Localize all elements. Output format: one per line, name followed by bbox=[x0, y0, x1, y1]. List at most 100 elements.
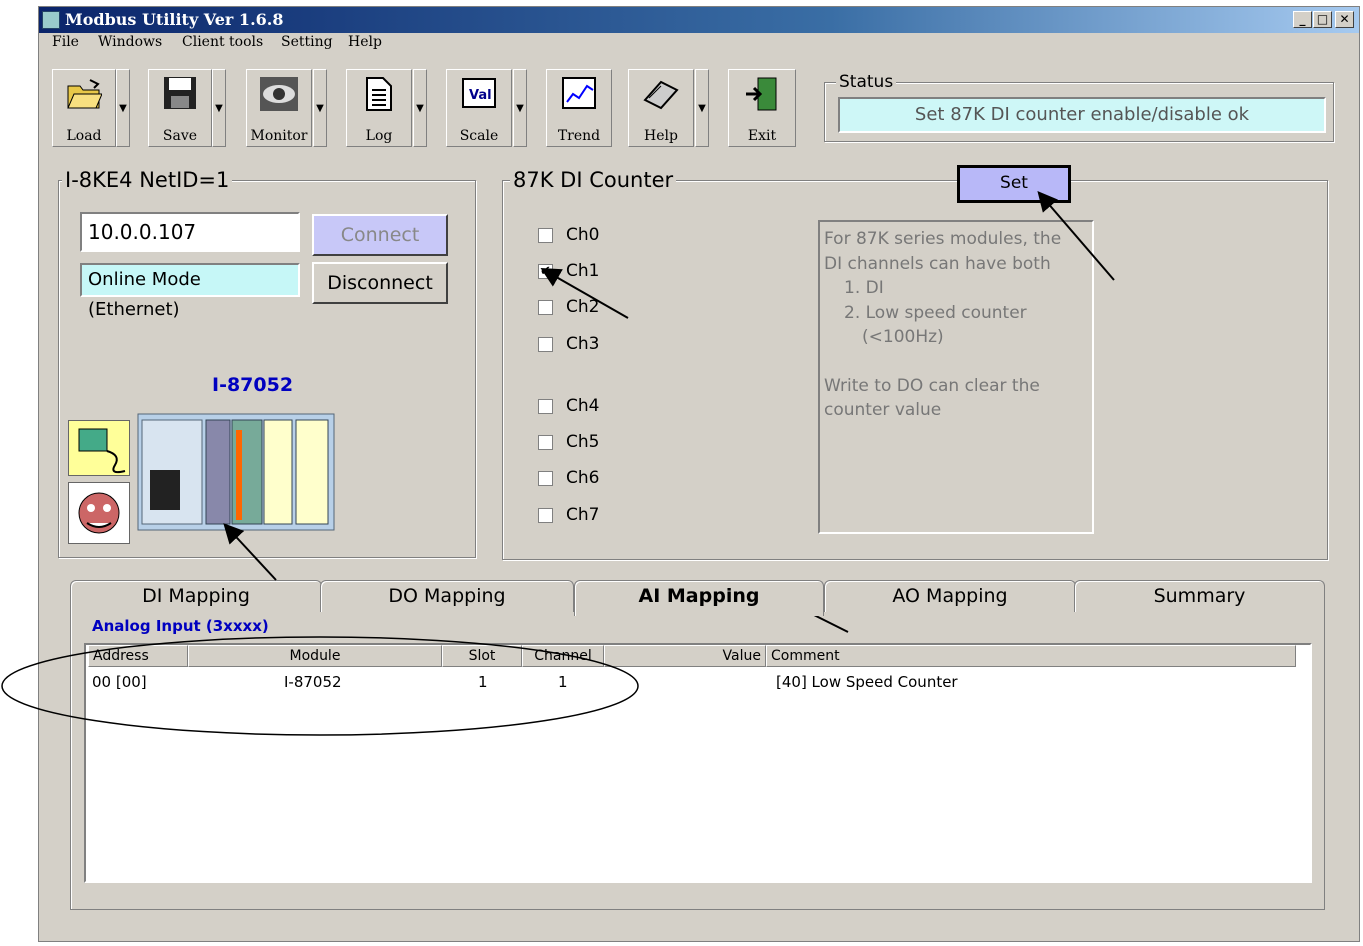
disconnect-button[interactable]: Disconnect bbox=[312, 262, 448, 304]
ch7-box[interactable] bbox=[538, 508, 553, 523]
checkbox-ch4[interactable]: Ch4 bbox=[538, 396, 618, 418]
ch0-box[interactable] bbox=[538, 228, 553, 243]
monitor-button[interactable]: Monitor bbox=[246, 69, 312, 147]
tab-di-mapping[interactable]: DI Mapping bbox=[70, 580, 322, 612]
window-title: Modbus Utility Ver 1.6.8 bbox=[65, 10, 284, 29]
val-scale-icon: Val bbox=[461, 76, 497, 114]
ch1-box[interactable]: ✔ bbox=[538, 264, 553, 279]
load-button[interactable]: Load bbox=[52, 69, 116, 147]
save-dropdown[interactable]: ▼ bbox=[212, 69, 226, 147]
info-line: For 87K series modules, the bbox=[824, 229, 1062, 249]
ch2-label: Ch2 bbox=[566, 297, 600, 317]
col-address[interactable]: Address bbox=[88, 645, 188, 667]
scale-button[interactable]: Val Scale bbox=[446, 69, 512, 147]
log-button[interactable]: Log bbox=[346, 69, 412, 147]
cable-icon[interactable] bbox=[68, 420, 130, 476]
title-bar[interactable]: Modbus Utility Ver 1.6.8 _ □ ✕ bbox=[39, 7, 1359, 33]
ch2-box[interactable] bbox=[538, 300, 553, 315]
connect-button[interactable]: Connect bbox=[312, 214, 448, 256]
tab-summary[interactable]: Summary bbox=[1074, 580, 1325, 612]
module-name: I-87052 bbox=[212, 374, 294, 396]
checkbox-ch2[interactable]: Ch2 bbox=[538, 297, 618, 319]
connection-mode: Online Mode (Ethernet) bbox=[80, 263, 300, 320]
maximize-button[interactable]: □ bbox=[1313, 11, 1332, 28]
trend-chart-icon bbox=[561, 76, 597, 114]
ch3-label: Ch3 bbox=[566, 334, 600, 354]
col-slot[interactable]: Slot bbox=[442, 645, 522, 667]
cell-address: 00 [00] bbox=[92, 673, 147, 691]
log-label: Log bbox=[365, 128, 393, 144]
checkbox-ch7[interactable]: Ch7 bbox=[538, 505, 618, 527]
cell-module: I-87052 bbox=[284, 673, 342, 691]
i87052-module-image[interactable] bbox=[136, 410, 336, 534]
monitor-dropdown[interactable]: ▼ bbox=[313, 69, 327, 147]
save-button[interactable]: Save bbox=[148, 69, 212, 147]
tab-ai-mapping[interactable]: AI Mapping bbox=[574, 580, 824, 616]
scale-dropdown[interactable]: ▼ bbox=[513, 69, 527, 147]
ch6-box[interactable] bbox=[538, 471, 553, 486]
cell-slot: 1 bbox=[478, 673, 488, 691]
menu-file[interactable]: File bbox=[52, 34, 79, 50]
ch6-label: Ch6 bbox=[566, 468, 600, 488]
floppy-disk-icon bbox=[163, 76, 197, 114]
counter-group-label: 87K DI Counter bbox=[510, 168, 677, 192]
load-dropdown[interactable]: ▼ bbox=[116, 69, 130, 147]
exit-label: Exit bbox=[747, 128, 777, 144]
tab-ao-mapping[interactable]: AO Mapping bbox=[824, 580, 1076, 612]
document-icon bbox=[364, 76, 394, 116]
exit-door-icon bbox=[744, 76, 780, 116]
ch4-label: Ch4 bbox=[566, 396, 600, 416]
trend-button[interactable]: Trend bbox=[546, 69, 612, 147]
info-line: (<100Hz) bbox=[862, 327, 944, 347]
ch4-box[interactable] bbox=[538, 399, 553, 414]
ip-address-input[interactable]: 10.0.0.107 bbox=[80, 212, 300, 252]
help-button[interactable]: Help bbox=[628, 69, 694, 147]
eye-icon bbox=[259, 76, 299, 116]
ch5-box[interactable] bbox=[538, 435, 553, 450]
col-value[interactable]: Value bbox=[604, 645, 766, 667]
folder-open-icon bbox=[66, 76, 103, 116]
checkbox-ch1[interactable]: ✔ Ch1 bbox=[538, 261, 618, 283]
scale-label: Scale bbox=[459, 128, 499, 144]
bulldog-icon[interactable] bbox=[68, 482, 130, 544]
info-line: DI channels can have both bbox=[824, 253, 1051, 274]
minimize-button[interactable]: _ bbox=[1293, 11, 1312, 28]
ch5-label: Ch5 bbox=[566, 432, 600, 452]
menu-client-tools[interactable]: Client tools bbox=[182, 34, 263, 50]
info-line: 1. DI bbox=[844, 278, 884, 298]
menu-windows[interactable]: Windows bbox=[98, 34, 162, 50]
ai-mapping-table bbox=[84, 643, 1312, 883]
svg-text:Val: Val bbox=[469, 88, 492, 103]
load-label: Load bbox=[66, 128, 102, 144]
col-channel[interactable]: Channel bbox=[522, 645, 604, 667]
checkbox-ch3[interactable]: Ch3 bbox=[538, 334, 618, 356]
col-module[interactable]: Module bbox=[188, 645, 442, 667]
set-button[interactable]: Set bbox=[957, 165, 1071, 203]
help-label: Help bbox=[644, 128, 678, 144]
menu-setting[interactable]: Setting bbox=[281, 34, 333, 50]
info-line: counter value bbox=[824, 400, 942, 420]
info-line: 2. Low speed counter bbox=[844, 302, 1027, 323]
device-group-label: I-8KE4 NetID=1 bbox=[62, 168, 233, 192]
cell-channel: 1 bbox=[558, 673, 568, 691]
status-text: Set 87K DI counter enable/disable ok bbox=[838, 97, 1326, 133]
ch0-label: Ch0 bbox=[566, 225, 600, 245]
status-label: Status bbox=[836, 72, 897, 92]
info-line: Write to DO can clear the bbox=[824, 375, 1040, 396]
checkbox-ch6[interactable]: Ch6 bbox=[538, 468, 618, 490]
close-button[interactable]: ✕ bbox=[1335, 11, 1354, 28]
exit-button[interactable]: Exit bbox=[728, 69, 796, 147]
ch3-box[interactable] bbox=[538, 337, 553, 352]
log-dropdown[interactable]: ▼ bbox=[413, 69, 427, 147]
cell-comment: [40] Low Speed Counter bbox=[776, 673, 958, 691]
counter-info-text: For 87K series modules, the DI channels … bbox=[818, 220, 1094, 534]
ch1-label: Ch1 bbox=[566, 261, 600, 281]
menu-help[interactable]: Help bbox=[348, 34, 382, 50]
help-dropdown[interactable]: ▼ bbox=[695, 69, 709, 147]
checkbox-ch5[interactable]: Ch5 bbox=[538, 432, 618, 454]
tab-do-mapping[interactable]: DO Mapping bbox=[320, 580, 574, 612]
col-comment[interactable]: Comment bbox=[766, 645, 1296, 667]
app-icon bbox=[42, 11, 60, 29]
checkbox-ch0[interactable]: Ch0 bbox=[538, 225, 618, 247]
monitor-label: Monitor bbox=[250, 128, 308, 144]
